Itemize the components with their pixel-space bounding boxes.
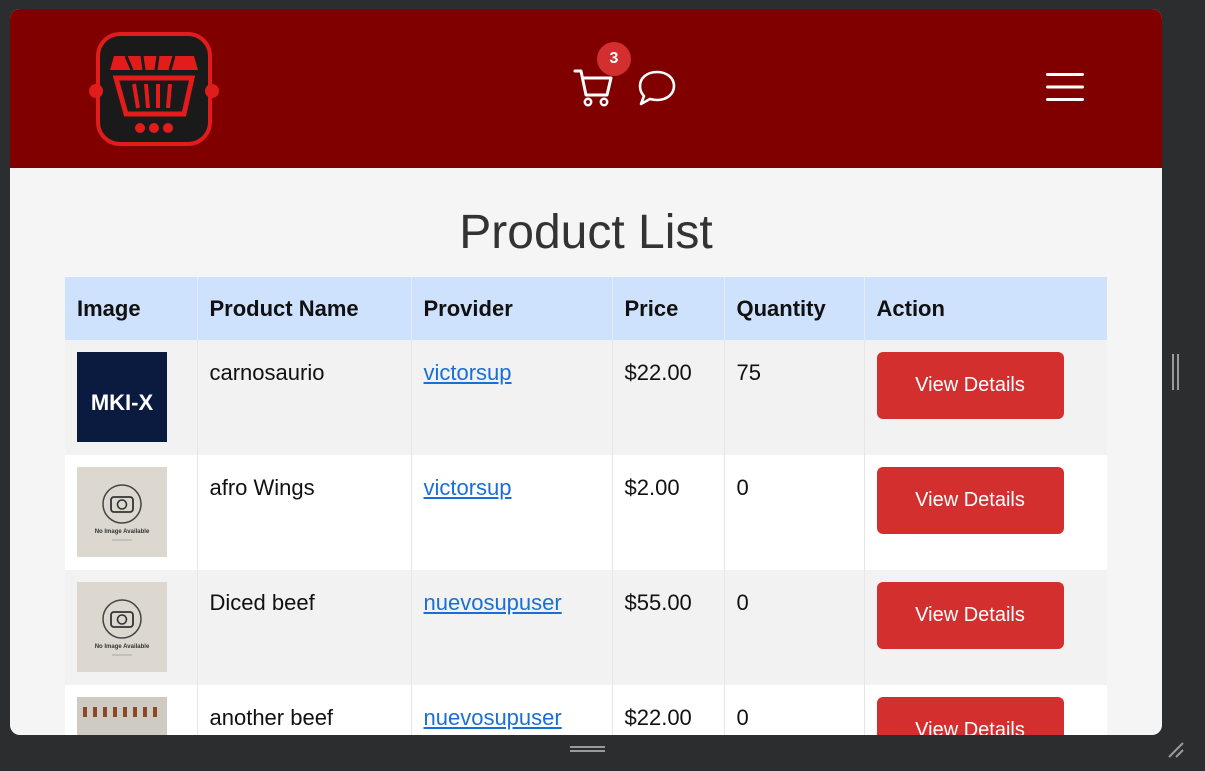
browser-viewport: 3 Product List Image Product Name Provid… [10,9,1162,735]
column-header-action: Action [864,277,1107,340]
product-quantity: 0 [724,685,865,735]
product-table: Image Product Name Provider Price Quanti… [65,277,1107,735]
product-price: $22.00 [612,685,725,735]
product-quantity: 0 [724,570,865,685]
product-image-cell [65,685,198,735]
view-details-button[interactable]: View Details [876,582,1064,649]
product-image-cell: No Image Available [65,570,198,685]
table-header-row: Image Product Name Provider Price Quanti… [65,277,1107,340]
product-name: carnosaurio [197,340,412,455]
no-image-placeholder[interactable]: No Image Available [77,467,167,557]
site-header: 3 [10,9,1162,168]
provider-cell: nuevosupuser [411,570,613,685]
action-cell: View Details [864,340,1107,455]
provider-cell: victorsup [411,455,613,570]
product-name: Diced beef [197,570,412,685]
provider-cell: victorsup [411,340,613,455]
action-cell: View Details [864,570,1107,685]
store-cart-logo-icon[interactable] [86,30,222,148]
product-image-logo-text: MKI-X [91,390,154,415]
view-details-button[interactable]: View Details [876,467,1064,534]
product-image-cell: No Image Available [65,455,198,570]
provider-link[interactable]: nuevosupuser [424,590,562,615]
resize-handle-horizontal-icon[interactable] [570,745,605,753]
resize-handle-vertical-icon[interactable] [1171,354,1181,390]
product-price: $2.00 [612,455,725,570]
product-name: another beef [197,685,412,735]
provider-link[interactable]: victorsup [424,360,512,385]
resize-corner-icon[interactable] [1166,740,1186,760]
no-image-text: No Image Available [95,529,150,535]
cart-count-badge: 3 [597,42,631,76]
table-row: MKI-X carnosaurio victorsup $22.00 75 Vi… [65,340,1107,455]
provider-link[interactable]: nuevosupuser [424,705,562,730]
product-quantity: 75 [724,340,865,455]
no-image-text: No Image Available [95,644,150,650]
column-header-product-name: Product Name [197,277,412,340]
no-image-placeholder[interactable]: No Image Available [77,582,167,672]
action-cell: View Details [864,455,1107,570]
table-row: No Image Available afro Wings victorsup … [65,455,1107,570]
product-name: afro Wings [197,455,412,570]
window-top-edge [0,0,1205,9]
view-details-button[interactable]: View Details [876,697,1064,735]
column-header-price: Price [612,277,725,340]
hamburger-menu-icon[interactable] [1046,71,1084,103]
column-header-provider: Provider [411,277,613,340]
action-cell: View Details [864,685,1107,735]
provider-link[interactable]: victorsup [424,475,512,500]
provider-cell: nuevosupuser [411,685,613,735]
product-image-cell: MKI-X [65,340,198,455]
page-title: Product List [459,206,713,259]
product-price: $22.00 [612,340,725,455]
view-details-button[interactable]: View Details [876,352,1064,419]
product-price: $55.00 [612,570,725,685]
product-image[interactable]: MKI-X [77,352,167,442]
product-image[interactable] [77,697,167,735]
table-row: No Image Available Diced beef nuevosupus… [65,570,1107,685]
table-row: another beef nuevosupuser $22.00 0 View … [65,685,1107,735]
chat-icon[interactable] [637,68,677,108]
column-header-quantity: Quantity [724,277,865,340]
product-quantity: 0 [724,455,865,570]
column-header-image: Image [65,277,198,340]
